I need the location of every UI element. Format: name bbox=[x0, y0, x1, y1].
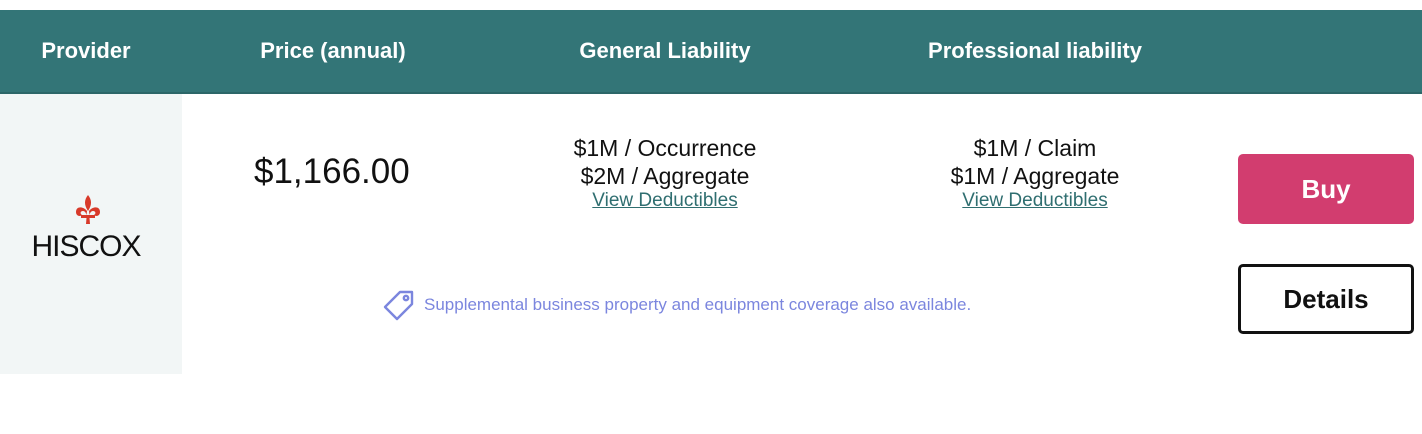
header-price: Price (annual) bbox=[260, 38, 406, 63]
fleur-de-lis-icon bbox=[76, 195, 100, 224]
header-general-liability: General Liability bbox=[579, 38, 751, 63]
table-row: HISCOX $1,166.00 $1M / Occurrence $2M / … bbox=[0, 94, 1422, 374]
general-liability-view-deductibles-link[interactable]: View Deductibles bbox=[540, 190, 790, 212]
header-provider: Provider bbox=[41, 38, 131, 63]
tag-icon bbox=[383, 290, 414, 321]
provider-cell: HISCOX bbox=[0, 94, 182, 374]
professional-liability-coverage: $1M / Claim $1M / Aggregate View Deducti… bbox=[910, 134, 1160, 212]
professional-liability-view-deductibles-link[interactable]: View Deductibles bbox=[910, 190, 1160, 212]
annual-price: $1,166.00 bbox=[254, 152, 410, 191]
professional-liability-aggregate: $1M / Aggregate bbox=[950, 163, 1120, 189]
table-header: Provider Price (annual) General Liabilit… bbox=[0, 10, 1422, 94]
supplemental-coverage-text: Supplemental business property and equip… bbox=[424, 295, 972, 314]
header-professional-liability: Professional liability bbox=[928, 38, 1142, 63]
provider-logo: HISCOX bbox=[18, 194, 154, 264]
professional-liability-claim: $1M / Claim bbox=[973, 135, 1097, 161]
supplemental-coverage-note: Supplemental business property and equip… bbox=[382, 288, 971, 322]
general-liability-coverage: $1M / Occurrence $2M / Aggregate View De… bbox=[540, 134, 790, 212]
provider-logo-text: HISCOX bbox=[31, 230, 141, 263]
buy-button[interactable]: Buy bbox=[1238, 154, 1414, 224]
general-liability-occurrence: $1M / Occurrence bbox=[573, 135, 757, 161]
general-liability-aggregate: $2M / Aggregate bbox=[580, 163, 750, 189]
details-button[interactable]: Details bbox=[1238, 264, 1414, 334]
